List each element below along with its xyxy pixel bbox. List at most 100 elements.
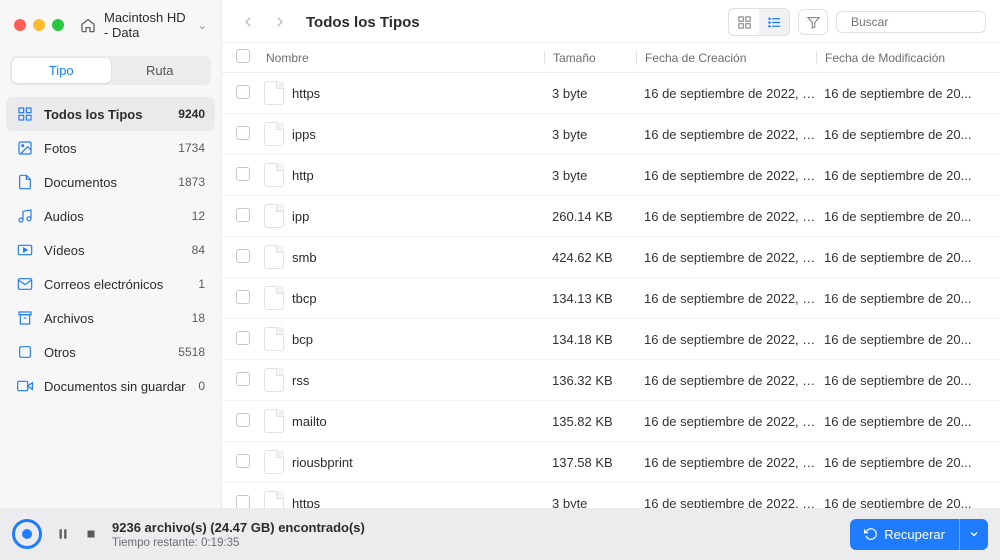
scan-status: 9236 archivo(s) (24.47 GB) encontrado(s)…: [112, 520, 365, 549]
sidebar-item-other[interactable]: Otros 5518: [6, 335, 215, 369]
table-row[interactable]: rss136.32 KB16 de septiembre de 2022, 4.…: [222, 360, 1000, 401]
scan-summary: 9236 archivo(s) (24.47 GB) encontrado(s): [112, 520, 365, 535]
chevron-down-icon: [968, 528, 980, 540]
column-header-modified[interactable]: Fecha de Modificación: [816, 51, 986, 65]
file-name: https: [292, 86, 320, 101]
table-row[interactable]: tbcp134.13 KB16 de septiembre de 2022, 4…: [222, 278, 1000, 319]
cell-size: 3 byte: [544, 86, 636, 101]
sidebar-item-label: Otros: [44, 345, 168, 360]
nav-forward-button[interactable]: [268, 10, 292, 34]
cell-modified: 16 de septiembre de 20...: [816, 291, 986, 306]
column-header-size[interactable]: Tamaño: [544, 51, 636, 65]
pause-scan-button[interactable]: [56, 527, 70, 541]
video-icon: [16, 241, 34, 259]
row-checkbox[interactable]: [236, 290, 250, 304]
nav-back-button[interactable]: [236, 10, 260, 34]
file-list[interactable]: https 3 byte 16 de septiembre de 2022, 4..…: [222, 73, 1000, 508]
sidebar-item-photos[interactable]: Fotos1734: [6, 131, 215, 165]
list-view-button[interactable]: [759, 9, 789, 35]
sidebar-item-count: 1: [198, 277, 205, 291]
file-icon: [264, 122, 284, 146]
column-header-name[interactable]: Nombre: [264, 51, 544, 65]
sidebar-item-mail[interactable]: Correos electrónicos 1: [6, 267, 215, 301]
table-row[interactable]: ipps3 byte16 de septiembre de 2022, 4...…: [222, 114, 1000, 155]
sidebar: Macintosh HD - Data ⌄ Tipo Ruta Todos lo…: [0, 0, 222, 508]
table-row[interactable]: riousbprint137.58 KB16 de septiembre de …: [222, 442, 1000, 483]
filter-button[interactable]: [798, 9, 828, 35]
grid-view-button[interactable]: [729, 9, 759, 35]
titlebar: Macintosh HD - Data ⌄: [0, 0, 221, 48]
row-checkbox[interactable]: [236, 167, 250, 181]
file-icon: [264, 491, 284, 508]
row-checkbox[interactable]: [236, 495, 250, 509]
file-name: ipps: [292, 127, 316, 142]
sidebar-item-count: 5518: [178, 345, 205, 359]
zoom-window-button[interactable]: [52, 19, 64, 31]
row-checkbox[interactable]: [236, 126, 250, 140]
table-row[interactable]: https3 byte16 de septiembre de 2022, 4..…: [222, 483, 1000, 508]
cell-modified: 16 de septiembre de 20...: [816, 250, 986, 265]
sidebar-item-label: Fotos: [44, 141, 168, 156]
row-checkbox[interactable]: [236, 331, 250, 345]
scan-remaining: Tiempo restante: 0:19:35: [112, 537, 365, 549]
cell-name: riousbprint: [264, 450, 544, 474]
row-checkbox[interactable]: [236, 413, 250, 427]
sidebar-item-docs[interactable]: Documentos1873: [6, 165, 215, 199]
table-row[interactable]: smb424.62 KB16 de septiembre de 2022, 4.…: [222, 237, 1000, 278]
search-box[interactable]: [836, 11, 986, 33]
segmented-path-button[interactable]: Ruta: [111, 58, 210, 83]
row-checkbox[interactable]: [236, 249, 250, 263]
sidebar-item-label: Vídeos: [44, 243, 182, 258]
stop-scan-button[interactable]: [84, 527, 98, 541]
file-name: https: [292, 496, 320, 509]
column-headers: Nombre Tamaño Fecha de Creación Fecha de…: [222, 42, 1000, 73]
column-header-created[interactable]: Fecha de Creación: [636, 51, 816, 65]
cell-name: rss: [264, 368, 544, 392]
cell-created: 16 de septiembre de 2022, 4...: [636, 414, 816, 429]
table-row[interactable]: bcp134.18 KB16 de septiembre de 2022, 4.…: [222, 319, 1000, 360]
disk-selector[interactable]: Macintosh HD - Data: [104, 10, 188, 40]
cell-created: 16 de septiembre de 2022, 4...: [636, 168, 816, 183]
sidebar-item-count: 18: [192, 311, 205, 325]
cell-name: bcp: [264, 327, 544, 351]
toolbar: Todos los Tipos: [222, 0, 1000, 42]
table-row[interactable]: http3 byte16 de septiembre de 2022, 4...…: [222, 155, 1000, 196]
file-name: http: [292, 168, 314, 183]
recover-button-group: Recuperar: [850, 519, 988, 550]
cell-name: tbcp: [264, 286, 544, 310]
sidebar-item-arch[interactable]: Archivos18: [6, 301, 215, 335]
close-window-button[interactable]: [14, 19, 26, 31]
cell-created: 16 de septiembre de 2022, 4...: [636, 209, 816, 224]
row-checkbox[interactable]: [236, 208, 250, 222]
file-name: bcp: [292, 332, 313, 347]
select-all-checkbox[interactable]: [236, 49, 250, 63]
music-icon: [16, 207, 34, 225]
sidebar-item-label: Correos electrónicos: [44, 277, 188, 292]
search-input[interactable]: [851, 15, 1000, 29]
scan-progress-icon: [12, 519, 42, 549]
segmented-type-button[interactable]: Tipo: [12, 58, 111, 83]
row-checkbox[interactable]: [236, 85, 250, 99]
cell-modified: 16 de septiembre de 20...: [816, 209, 986, 224]
sidebar-item-all[interactable]: Todos los Tipos9240: [6, 97, 215, 131]
sidebar-item-label: Documentos sin guardar: [44, 379, 188, 394]
chevron-down-icon: ⌄: [198, 19, 207, 32]
row-checkbox[interactable]: [236, 454, 250, 468]
sidebar-item-unsav[interactable]: Documentos sin guardar0: [6, 369, 215, 403]
file-icon: [264, 368, 284, 392]
recover-dropdown-button[interactable]: [959, 519, 988, 550]
file-icon: [264, 163, 284, 187]
sidebar-item-label: Todos los Tipos: [44, 107, 168, 122]
recover-button[interactable]: Recuperar: [850, 519, 959, 550]
cell-name: https: [264, 491, 544, 508]
cell-size: 260.14 KB: [544, 209, 636, 224]
table-row[interactable]: mailto135.82 KB16 de septiembre de 2022,…: [222, 401, 1000, 442]
table-row[interactable]: https3 byte16 de septiembre de 2022, 4..…: [222, 73, 1000, 114]
minimize-window-button[interactable]: [33, 19, 45, 31]
row-checkbox[interactable]: [236, 372, 250, 386]
cell-size: 135.82 KB: [544, 414, 636, 429]
cell-name: ipps: [264, 122, 544, 146]
sidebar-item-audio[interactable]: Audios12: [6, 199, 215, 233]
table-row[interactable]: ipp260.14 KB16 de septiembre de 2022, 4.…: [222, 196, 1000, 237]
sidebar-item-video[interactable]: Vídeos84: [6, 233, 215, 267]
